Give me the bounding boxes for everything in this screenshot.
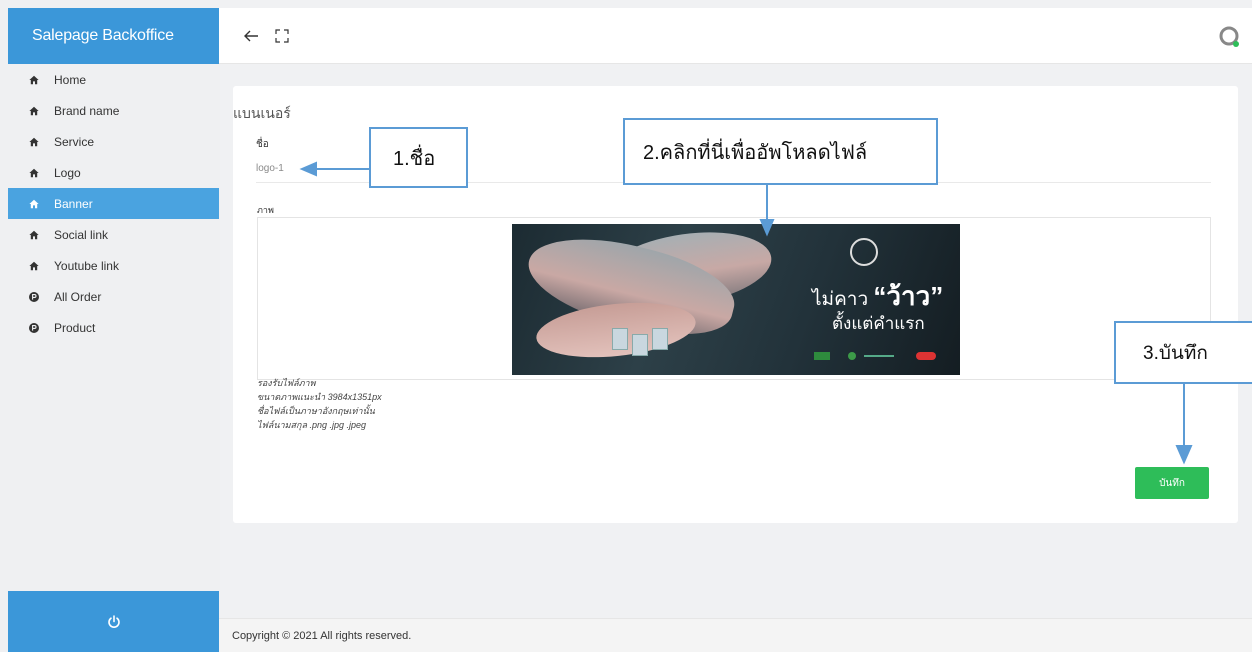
- product-pack-graphic: [632, 334, 648, 356]
- upload-instructions: รองรับไฟล์ภาพ ขนาดภาพแนะนำ 3984x1351px ช…: [257, 378, 382, 430]
- copyright-text: Copyright © 2021 All rights reserved.: [232, 630, 412, 642]
- sidebar-item-label: Banner: [54, 196, 93, 211]
- product-pack-graphic: [652, 328, 668, 350]
- sidebar-item-label: Service: [54, 134, 95, 149]
- brand-logo-icon: [850, 238, 878, 266]
- image-label: ภาพ: [257, 205, 274, 215]
- sidebar: Salepage Backoffice Home Brand name Servic…: [0, 0, 220, 652]
- sidebar-item-label: All Order: [54, 289, 102, 304]
- sidebar-item-home[interactable]: Home: [8, 64, 219, 95]
- home-icon: [29, 137, 39, 147]
- product-pack-graphic: [612, 328, 628, 350]
- home-icon: [29, 168, 39, 178]
- banner-headline-prefix: ไม่คาว: [812, 289, 869, 310]
- sidebar-item-label: Brand name: [54, 103, 120, 118]
- footer: Copyright © 2021 All rights reserved.: [219, 618, 1252, 652]
- sidebar-item-service[interactable]: Service: [8, 126, 219, 157]
- annotation-step-1: 1.ชื่อ: [369, 127, 468, 188]
- partner-logos-icon: [814, 352, 936, 360]
- sidebar-item-label: Logo: [54, 165, 81, 180]
- expand-icon[interactable]: [275, 29, 289, 43]
- power-icon: [107, 614, 120, 628]
- banner-preview-image: ไม่คาว “ว้าว” ตั้งแต่คำแรก: [512, 224, 960, 375]
- name-field[interactable]: logo-1: [256, 163, 284, 174]
- sidebar-item-label: Social link: [54, 227, 109, 242]
- p-circle-icon: [29, 291, 39, 302]
- home-icon: [29, 261, 39, 271]
- sidebar-item-label: Youtube link: [54, 258, 119, 273]
- sidebar-item-product[interactable]: Product: [8, 312, 219, 343]
- banner-subheadline: ตั้งแต่คำแรก: [832, 314, 925, 333]
- top-bar: [219, 8, 1252, 64]
- save-button[interactable]: บันทึก: [1135, 467, 1209, 499]
- annotation-step-2: 2.คลิกที่นี่เพื่ออัพโหลดไฟล์: [623, 118, 938, 185]
- sidebar-item-label: Product: [54, 320, 96, 335]
- banner-headline-highlight: “ว้าว”: [873, 281, 944, 311]
- annotation-step-3: 3.บันทึก: [1114, 321, 1252, 384]
- home-icon: [29, 230, 39, 240]
- sidebar-item-banner[interactable]: Banner: [8, 188, 219, 219]
- arrow-left-icon[interactable]: [241, 26, 261, 46]
- sidebar-item-brand-name[interactable]: Brand name: [8, 95, 219, 126]
- page-title: แบนเนอร์: [233, 105, 291, 121]
- user-avatar-icon[interactable]: [1218, 25, 1242, 49]
- name-label: ชื่อ: [256, 139, 269, 150]
- image-upload-area[interactable]: ไม่คาว “ว้าว” ตั้งแต่คำแรก: [257, 217, 1211, 380]
- sidebar-item-all-order[interactable]: All Order: [8, 281, 219, 312]
- sidebar-item-social-link[interactable]: Social link: [8, 219, 219, 250]
- sidebar-item-youtube-link[interactable]: Youtube link: [8, 250, 219, 281]
- sidebar-item-logo[interactable]: Logo: [8, 157, 219, 188]
- p-circle-icon: [29, 322, 39, 333]
- home-icon: [29, 75, 39, 85]
- app-title[interactable]: Salepage Backoffice: [8, 8, 219, 64]
- home-icon: [29, 106, 39, 116]
- sidebar-item-label: Home: [54, 72, 87, 87]
- sidebar-menu: Home Brand name Service Logo Banner Social li…: [8, 64, 219, 343]
- logout-button[interactable]: [8, 591, 219, 652]
- home-icon: [29, 199, 39, 209]
